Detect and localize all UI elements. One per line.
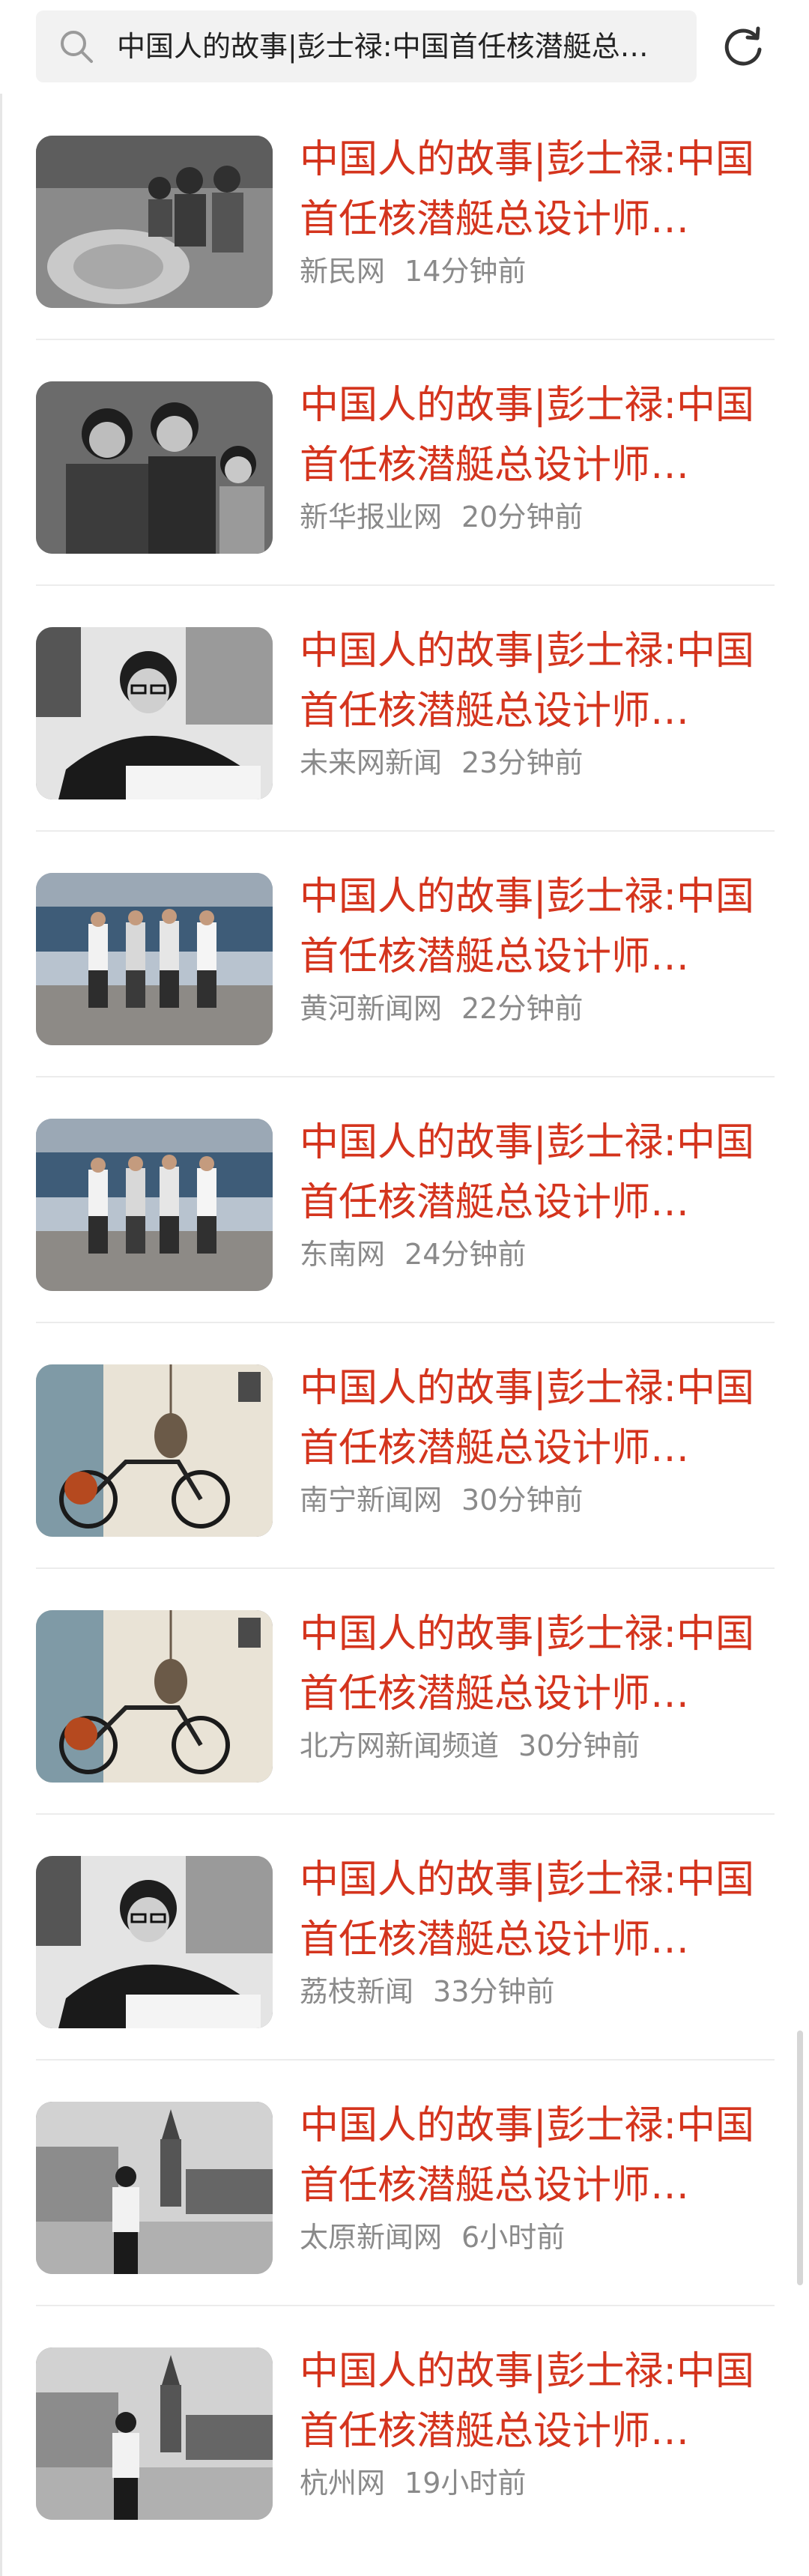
news-item[interactable]: 中国人的故事|彭士禄:中国首任核潜艇总设计师… 新华报业网 20分钟前 [0,339,809,586]
news-item[interactable]: 中国人的故事|彭士禄:中国首任核潜艇总设计师… 东南网 24分钟前 [0,1077,809,1323]
news-meta: 荔枝新闻 33分钟前 [300,1968,554,2010]
news-title[interactable]: 中国人的故事|彭士禄:中国首任核潜艇总设计师… [300,2341,764,2461]
news-source: 北方网新闻频道 [300,1729,500,1762]
news-item[interactable]: 中国人的故事|彭士禄:中国首任核潜艇总设计师… 杭州网 19小时前 [0,2306,809,2551]
news-thumbnail[interactable] [36,1119,273,1291]
news-source: 荔枝新闻 [300,1975,414,2008]
news-title[interactable]: 中国人的故事|彭士禄:中国首任核潜艇总设计师… [300,1358,764,1478]
news-meta: 北方网新闻频道 30分钟前 [300,1723,640,1764]
news-source: 新民网 [300,255,386,288]
news-source: 太原新闻网 [300,2221,443,2254]
news-source: 南宁新闻网 [300,1484,443,1517]
news-thumbnail[interactable] [36,1610,273,1783]
news-item[interactable]: 中国人的故事|彭士禄:中国首任核潜艇总设计师… 荔枝新闻 33分钟前 [0,1814,809,2061]
search-icon [61,31,93,63]
news-thumbnail[interactable] [36,2102,273,2274]
news-item[interactable]: 中国人的故事|彭士禄:中国首任核潜艇总设计师… 北方网新闻频道 30分钟前 [0,1568,809,1815]
news-title[interactable]: 中国人的故事|彭士禄:中国首任核潜艇总设计师… [300,1850,764,1970]
news-time: 33分钟前 [433,1975,555,2008]
news-source: 黄河新闻网 [300,992,443,1025]
news-title[interactable]: 中国人的故事|彭士禄:中国首任核潜艇总设计师… [300,2096,764,2216]
news-time: 14分钟前 [404,255,527,288]
top-bar: 中国人的故事|彭士禄:中国首任核潜艇总… [0,0,809,94]
news-title[interactable]: 中国人的故事|彭士禄:中国首任核潜艇总设计师… [300,867,764,987]
news-time: 20分钟前 [461,501,584,533]
news-title[interactable]: 中国人的故事|彭士禄:中国首任核潜艇总设计师… [300,621,764,741]
news-thumbnail[interactable] [36,136,273,308]
news-title[interactable]: 中国人的故事|彭士禄:中国首任核潜艇总设计师… [300,130,764,250]
news-time: 30分钟前 [518,1729,640,1762]
news-meta: 东南网 24分钟前 [300,1231,526,1272]
news-item[interactable]: 中国人的故事|彭士禄:中国首任核潜艇总设计师… 太原新闻网 6小时前 [0,2060,809,2306]
news-time: 6小时前 [461,2221,566,2254]
news-meta: 未来网新闻 23分钟前 [300,740,583,781]
news-meta: 黄河新闻网 22分钟前 [300,985,583,1027]
news-meta: 杭州网 19小时前 [300,2460,526,2501]
news-title[interactable]: 中国人的故事|彭士禄:中国首任核潜艇总设计师… [300,375,764,495]
scrollbar-thumb[interactable] [797,2031,803,2285]
news-thumbnail[interactable] [36,2347,273,2520]
search-query-text[interactable]: 中国人的故事|彭士禄:中国首任核潜艇总… [117,10,682,82]
news-item[interactable]: 中国人的故事|彭士禄:中国首任核潜艇总设计师… 新民网 14分钟前 [0,94,809,340]
news-title[interactable]: 中国人的故事|彭士禄:中国首任核潜艇总设计师… [300,1604,764,1724]
news-time: 19小时前 [404,2467,527,2500]
news-thumbnail[interactable] [36,873,273,1045]
news-item[interactable]: 中国人的故事|彭士禄:中国首任核潜艇总设计师… 黄河新闻网 22分钟前 [0,831,809,1077]
news-time: 30分钟前 [461,1484,584,1517]
news-title[interactable]: 中国人的故事|彭士禄:中国首任核潜艇总设计师… [300,1113,764,1233]
refresh-icon[interactable] [719,22,767,70]
news-time: 23分钟前 [461,746,584,779]
news-thumbnail[interactable] [36,1856,273,2028]
news-meta: 太原新闻网 6小时前 [300,2214,565,2255]
news-item[interactable]: 中国人的故事|彭士禄:中国首任核潜艇总设计师… 南宁新闻网 30分钟前 [0,1322,809,1569]
search-box[interactable]: 中国人的故事|彭士禄:中国首任核潜艇总… [36,10,697,82]
news-meta: 新华报业网 20分钟前 [300,494,583,535]
news-meta: 南宁新闻网 30分钟前 [300,1477,583,1518]
news-thumbnail[interactable] [36,1364,273,1537]
news-meta: 新民网 14分钟前 [300,248,526,289]
news-source: 杭州网 [300,2467,386,2500]
news-source: 东南网 [300,1238,386,1271]
news-source: 新华报业网 [300,501,443,533]
news-thumbnail[interactable] [36,381,273,554]
news-time: 22分钟前 [461,992,584,1025]
news-item[interactable]: 中国人的故事|彭士禄:中国首任核潜艇总设计师… 未来网新闻 23分钟前 [0,585,809,832]
news-thumbnail[interactable] [36,627,273,799]
news-time: 24分钟前 [404,1238,527,1271]
news-source: 未来网新闻 [300,746,443,779]
